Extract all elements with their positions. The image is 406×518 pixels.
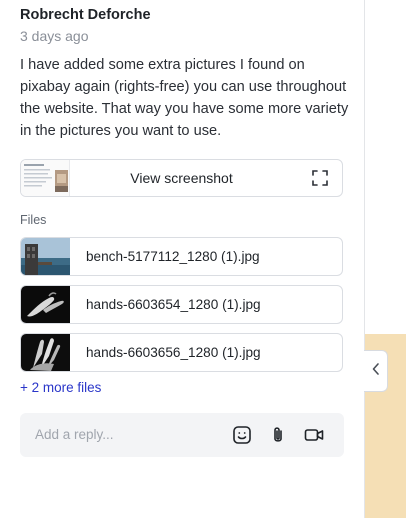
file-item[interactable]: bench-5177112_1280 (1).jpg <box>20 237 343 276</box>
emoji-icon[interactable] <box>232 425 252 445</box>
video-camera-icon[interactable] <box>304 425 324 445</box>
screenshot-thumbnail <box>21 160 70 196</box>
file-name: hands-6603654_1280 (1).jpg <box>86 297 261 312</box>
reply-placeholder: Add a reply... <box>35 427 114 442</box>
files-heading: Files <box>20 213 47 227</box>
comment-timestamp: 3 days ago <box>20 28 89 44</box>
comment-author: Robrecht Deforche <box>20 7 151 23</box>
side-panel <box>365 0 406 518</box>
file-thumbnail-bench <box>21 238 70 275</box>
paperclip-icon[interactable] <box>268 425 288 445</box>
file-name: bench-5177112_1280 (1).jpg <box>86 249 260 264</box>
file-name: hands-6603656_1280 (1).jpg <box>86 345 261 360</box>
chevron-left-icon <box>371 362 381 381</box>
more-files-link[interactable]: + 2 more files <box>20 380 101 395</box>
view-screenshot-card[interactable]: View screenshot <box>20 159 343 197</box>
file-thumbnail-hands <box>21 286 70 323</box>
file-item[interactable]: hands-6603654_1280 (1).jpg <box>20 285 343 324</box>
view-screenshot-label: View screenshot <box>130 170 233 186</box>
file-thumbnail-hands <box>21 334 70 371</box>
comment-message: I have added some extra pictures I found… <box>20 57 349 139</box>
comment-panel: Robrecht Deforche 3 days ago I have adde… <box>0 0 365 518</box>
collapse-panel-button[interactable] <box>364 350 388 392</box>
file-item[interactable]: hands-6603656_1280 (1).jpg <box>20 333 343 372</box>
expand-icon[interactable] <box>312 170 328 186</box>
reply-input[interactable]: Add a reply... <box>20 413 344 457</box>
